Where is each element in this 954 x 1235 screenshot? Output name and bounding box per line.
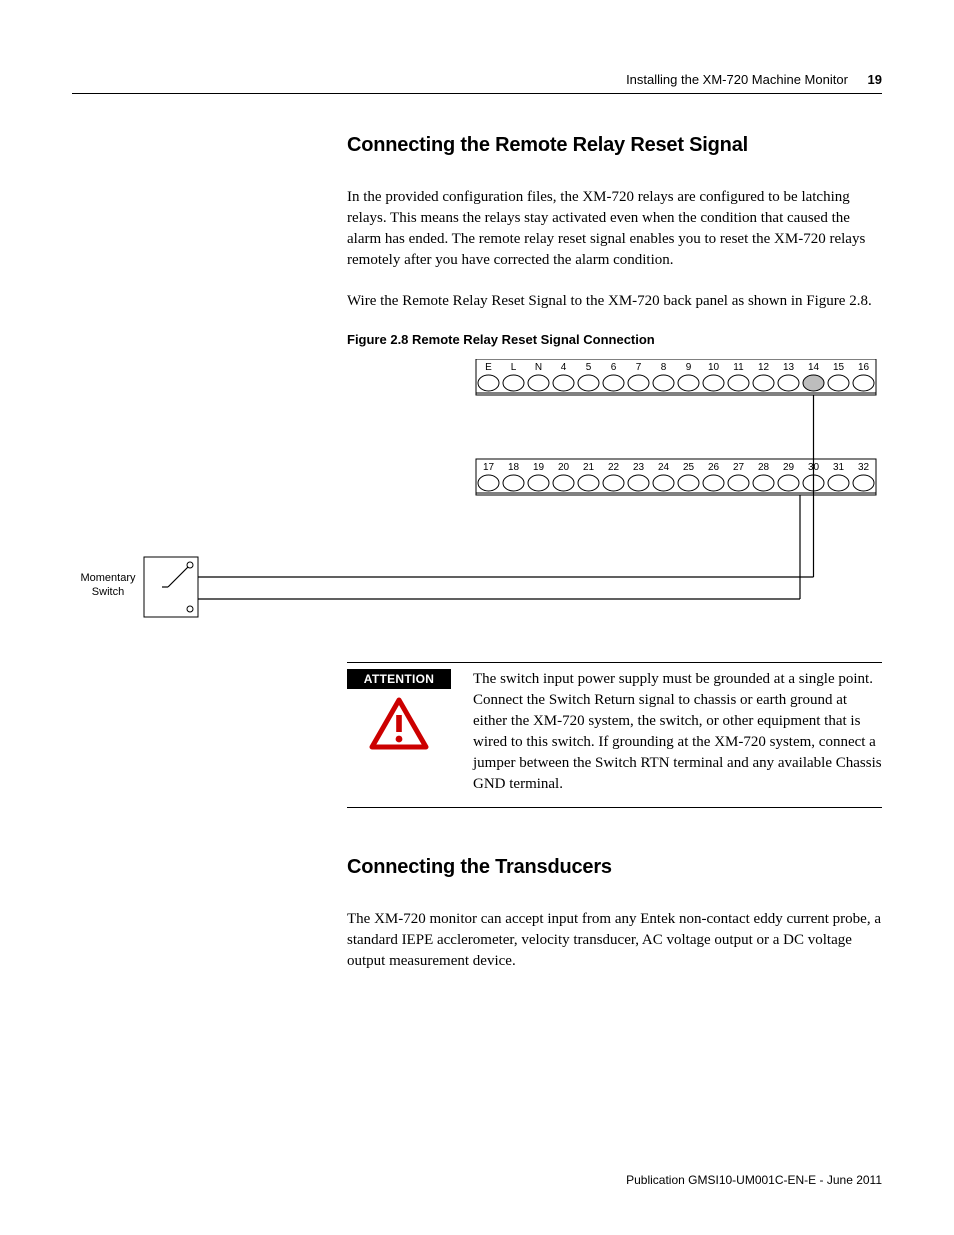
terminal-hole <box>578 375 599 391</box>
terminal-label: 31 <box>833 462 845 473</box>
terminal-label: 13 <box>783 362 795 373</box>
terminal-label: L <box>511 362 517 373</box>
section-heading-transducers: Connecting the Transducers <box>347 856 882 879</box>
terminal-label: 16 <box>858 362 870 373</box>
terminal-label: 32 <box>858 462 870 473</box>
terminal-hole <box>728 475 749 491</box>
section-heading-relay-reset: Connecting the Remote Relay Reset Signal <box>347 134 882 157</box>
terminal-hole <box>803 375 824 391</box>
terminal-hole <box>828 475 849 491</box>
page-number: 19 <box>868 72 882 87</box>
terminal-label: 12 <box>758 362 770 373</box>
terminal-label: 24 <box>658 462 670 473</box>
terminal-hole <box>678 375 699 391</box>
terminal-hole <box>703 375 724 391</box>
running-header: Installing the XM-720 Machine Monitor 19 <box>72 72 882 87</box>
terminal-label: 20 <box>558 462 570 473</box>
terminal-label: 7 <box>636 362 642 373</box>
attention-icon <box>368 697 430 756</box>
terminal-hole <box>603 375 624 391</box>
switch-label-2: Switch <box>92 586 124 598</box>
chapter-title: Installing the XM-720 Machine Monitor <box>626 72 848 87</box>
switch-label-1: Momentary <box>80 572 136 584</box>
terminal-label: 15 <box>833 362 845 373</box>
terminal-label: 26 <box>708 462 720 473</box>
body-paragraph: Wire the Remote Relay Reset Signal to th… <box>347 291 882 312</box>
terminal-hole <box>853 475 874 491</box>
attention-text: The switch input power supply must be gr… <box>451 669 882 795</box>
terminal-hole <box>603 475 624 491</box>
publication-footer: Publication GMSI10-UM001C-EN-E - June 20… <box>626 1173 882 1187</box>
terminal-label: 29 <box>783 462 795 473</box>
terminal-hole <box>753 475 774 491</box>
attention-label: ATTENTION <box>347 669 451 689</box>
terminal-hole <box>578 475 599 491</box>
terminal-hole <box>853 375 874 391</box>
terminal-hole <box>553 475 574 491</box>
terminal-label: 22 <box>608 462 620 473</box>
terminal-label: 25 <box>683 462 695 473</box>
terminal-label: 27 <box>733 462 745 473</box>
attention-callout: ATTENTION The switch input power supply … <box>347 662 882 808</box>
terminal-hole <box>478 375 499 391</box>
figure-caption: Figure 2.8 Remote Relay Reset Signal Con… <box>347 332 882 347</box>
terminal-label: 17 <box>483 462 495 473</box>
terminal-hole <box>728 375 749 391</box>
terminal-label: N <box>535 362 542 373</box>
terminal-label: 10 <box>708 362 720 373</box>
terminal-hole <box>778 375 799 391</box>
terminal-label: 11 <box>733 362 744 373</box>
terminal-label: 4 <box>561 362 567 373</box>
terminal-hole <box>753 375 774 391</box>
terminal-hole <box>653 375 674 391</box>
terminal-hole <box>528 475 549 491</box>
body-paragraph: The XM-720 monitor can accept input from… <box>347 909 882 972</box>
terminal-hole <box>828 375 849 391</box>
terminal-label: 8 <box>661 362 667 373</box>
terminal-label: 5 <box>586 362 592 373</box>
header-rule <box>72 93 882 94</box>
terminal-label: 18 <box>508 462 520 473</box>
terminal-hole <box>553 375 574 391</box>
terminal-label: 6 <box>611 362 617 373</box>
terminal-label: 21 <box>583 462 595 473</box>
terminal-label: 19 <box>533 462 545 473</box>
terminal-hole <box>478 475 499 491</box>
terminal-label: 9 <box>686 362 692 373</box>
terminal-hole <box>628 475 649 491</box>
body-paragraph: In the provided configuration files, the… <box>347 187 882 271</box>
terminal-hole <box>528 375 549 391</box>
terminal-label: 28 <box>758 462 770 473</box>
terminal-hole <box>628 375 649 391</box>
terminal-hole <box>678 475 699 491</box>
terminal-hole <box>653 475 674 491</box>
terminal-hole <box>778 475 799 491</box>
terminal-hole <box>503 375 524 391</box>
terminal-label: 23 <box>633 462 645 473</box>
terminal-hole <box>703 475 724 491</box>
terminal-label: 14 <box>808 362 820 373</box>
terminal-hole <box>503 475 524 491</box>
terminal-label: E <box>485 362 492 373</box>
wiring-diagram: E L N 4 5 6 7 8 9 10 11 12 13 14 15 16 17 18 19 20 21 22 23 24… <box>72 359 882 624</box>
